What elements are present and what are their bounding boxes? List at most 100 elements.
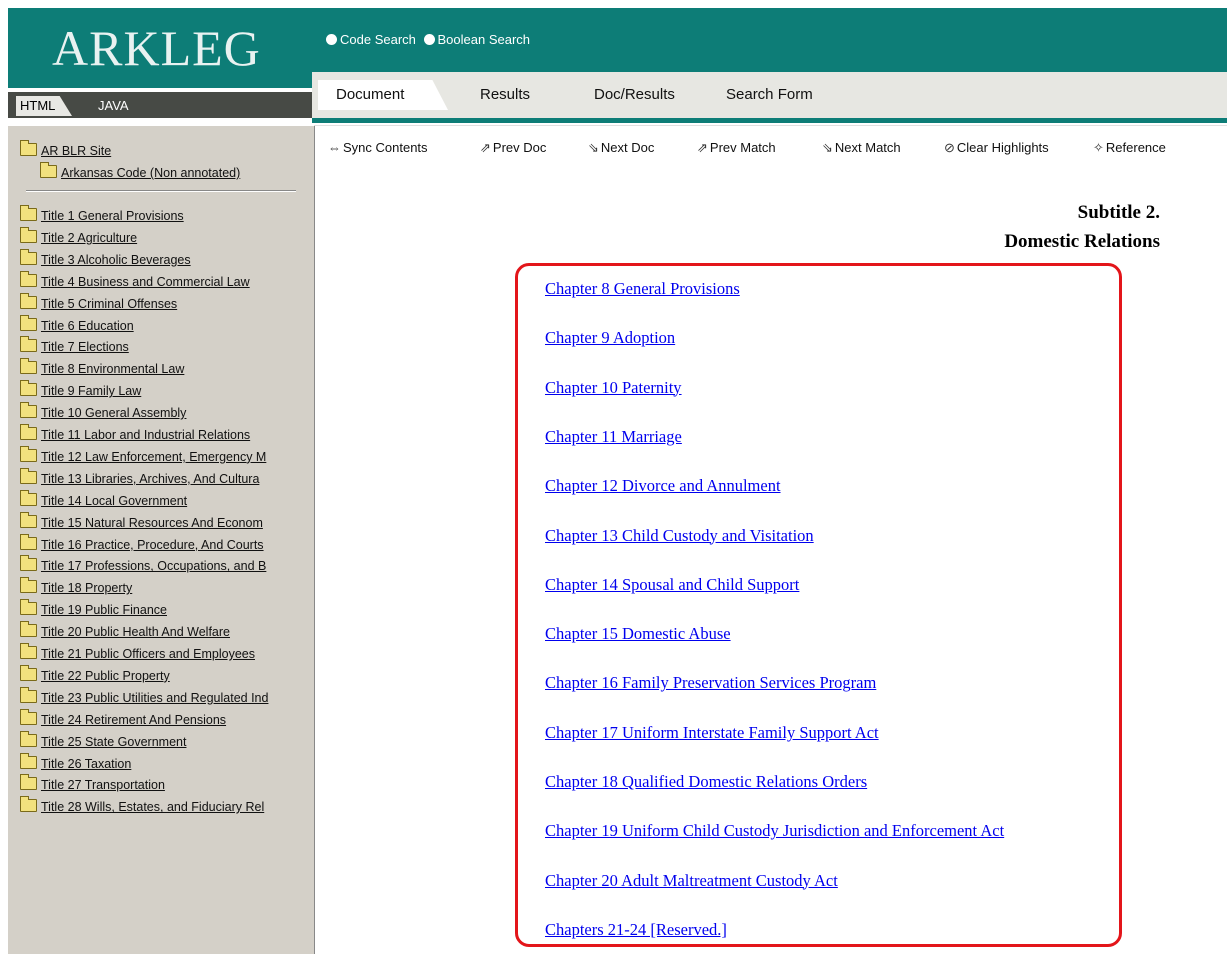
sidebar-title-item[interactable]: Title 17 Professions, Occupations, and B [20,555,266,573]
sidebar-title-item[interactable]: Title 28 Wills, Estates, and Fiduciary R… [20,796,264,814]
sidebar-title-item[interactable]: Title 19 Public Finance [20,599,167,617]
sidebar: AR BLR Site Arkansas Code (Non annotated… [8,126,315,954]
sidebar-title-item[interactable]: Title 10 General Assembly [20,402,187,421]
sidebar-item-arkansas-code[interactable]: Arkansas Code (Non annotated) [40,162,240,180]
sidebar-title-label: Title 7 Elections [41,340,129,355]
tab-results[interactable]: Results [480,80,530,110]
folder-icon [20,467,37,484]
next-match-button[interactable]: ⇘ Next Match [822,140,901,156]
chapter-link[interactable]: Chapters 21-24 [Reserved.] [545,920,727,940]
tab-html[interactable]: HTML [16,96,72,116]
folder-icon [20,380,37,397]
sidebar-title-item[interactable]: Title 4 Business and Commercial Law [20,270,250,289]
folder-icon [20,424,37,440]
prev-doc-label: Prev Doc [492,140,547,155]
sidebar-title-label: Title 21 Public Officers and Employees [41,647,255,661]
folder-icon [20,621,37,638]
sidebar-title-label: Title 23 Public Utilities and Regulated … [41,690,269,705]
chapter-link[interactable]: Chapter 16 Family Preservation Services … [545,673,876,693]
chapter-link[interactable]: Chapter 18 Qualified Domestic Relations … [545,772,867,792]
prev-doc-button[interactable]: ⇗ Prev Doc [480,140,546,156]
chapter-link[interactable]: Chapter 10 Paternity [545,378,682,398]
tab-document[interactable]: Document [318,80,448,110]
chapter-link[interactable]: Chapter 17 Uniform Interstate Family Sup… [545,723,879,743]
prev-match-button[interactable]: ⇗ Prev Match [697,140,776,156]
sidebar-title-item[interactable]: Title 25 State Government [20,730,186,749]
boolean-search-radio[interactable] [423,34,435,45]
chapter-link[interactable]: Chapter 14 Spousal and Child Support [545,575,799,595]
sidebar-title-label: Title 12 Law Enforcement, Emergency M [41,449,267,464]
sidebar-title-item[interactable]: Title 11 Labor and Industrial Relations [20,424,251,442]
chapter-link[interactable]: Chapter 12 Divorce and Annulment [545,476,781,496]
clear-highlights-button[interactable]: ⊘ Clear Highlights [944,140,1049,156]
folder-icon [20,533,37,550]
chapter-link[interactable]: Chapter 15 Domestic Abuse [545,624,731,644]
folder-icon [20,248,37,265]
tab-doc-results[interactable]: Doc/Results [594,80,675,110]
chapter-link[interactable]: Chapter 20 Adult Maltreatment Custody Ac… [545,871,838,891]
folder-icon [20,555,37,572]
sidebar-title-label: Title 14 Local Government [41,493,188,508]
sidebar-title-label: Title 6 Education [41,318,134,333]
sidebar-title-item[interactable]: Title 5 Criminal Offenses [20,292,177,311]
sidebar-title-item[interactable]: Title 13 Libraries, Archives, And Cultur… [20,467,259,486]
sidebar-title-label: Title 11 Labor and Industrial Relations [41,428,251,442]
reference-icon: ✧ [1093,140,1104,155]
sidebar-title-item[interactable]: Title 7 Elections [20,336,129,355]
sidebar-title-item[interactable]: Title 3 Alcoholic Beverages [20,248,191,267]
sidebar-title-item[interactable]: Title 15 Natural Resources And Econom [20,511,263,530]
sidebar-title-label: Title 15 Natural Resources And Econom [41,515,263,530]
subtitle-number: Subtitle 2. [1077,202,1160,223]
sidebar-title-item[interactable]: Title 2 Agriculture [20,226,137,245]
sidebar-title-item[interactable]: Title 6 Education [20,314,134,333]
reference-button[interactable]: ✧ Reference [1093,140,1166,156]
sidebar-title-item[interactable]: Title 23 Public Utilities and Regulated … [20,686,269,705]
sidebar-title-label: Title 20 Public Health And Welfare [41,625,230,640]
next-arrow-icon: ⇘ [822,140,833,155]
chapter-link[interactable]: Chapter 8 General Provisions [545,279,740,299]
open-folder-icon [20,140,37,156]
sidebar-title-item[interactable]: Title 26 Taxation [20,752,131,771]
sidebar-title-item[interactable]: Title 8 Environmental Law [20,358,184,376]
sidebar-title-item[interactable]: Title 9 Family Law [20,380,141,398]
sidebar-title-item[interactable]: Title 12 Law Enforcement, Emergency M [20,445,267,464]
sidebar-title-item[interactable]: Title 16 Practice, Procedure, And Courts [20,533,264,552]
boolean-search-label[interactable]: Boolean Search [438,32,531,47]
folder-icon [20,511,37,528]
folder-icon [20,270,37,287]
sidebar-divider [26,190,296,192]
folder-icon [20,599,37,616]
tab-java[interactable]: JAVA [68,96,129,116]
tab-search-form[interactable]: Search Form [726,80,813,110]
prev-arrow-icon: ⇗ [697,140,708,155]
sidebar-title-label: Title 24 Retirement And Pensions [41,712,227,727]
sidebar-title-item[interactable]: Title 27 Transportation [20,774,165,792]
chapter-link[interactable]: Chapter 11 Marriage [545,427,682,447]
chapter-link[interactable]: Chapter 19 Uniform Child Custody Jurisdi… [545,821,1004,841]
next-match-label: Next Match [834,140,901,155]
code-search-radio[interactable] [326,34,337,45]
code-search-label[interactable]: Code Search [340,32,416,47]
sidebar-title-item[interactable]: Title 14 Local Government [20,489,188,508]
reference-label: Reference [1105,140,1166,155]
sidebar-title-item[interactable]: Title 22 Public Property [20,664,170,683]
folder-icon [20,292,37,309]
sidebar-title-label: Title 10 General Assembly [41,406,187,421]
next-doc-button[interactable]: ⇘ Next Doc [588,140,654,156]
arkleg-logo: ARKLEG [8,8,312,88]
sidebar-title-item[interactable]: Title 24 Retirement And Pensions [20,708,227,727]
folder-icon [20,445,37,462]
sidebar-item-label: AR BLR Site [41,144,112,158]
subtitle-heading: Subtitle 2. Domestic Relations [900,198,1160,256]
sidebar-title-item[interactable]: Title 18 Property [20,577,133,596]
sidebar-title-label: Title 18 Property [41,581,133,596]
folder-icon [20,336,37,353]
chapter-link[interactable]: Chapter 13 Child Custody and Visitation [545,526,814,546]
sidebar-item-root[interactable]: AR BLR Site [20,140,112,158]
sync-contents-button[interactable]: ⇔ Sync Contents [328,140,428,155]
folder-icon [20,796,37,813]
chapter-link[interactable]: Chapter 9 Adoption [545,328,675,348]
sidebar-title-item[interactable]: Title 1 General Provisions [20,205,184,223]
sidebar-title-item[interactable]: Title 21 Public Officers and Employees [20,643,255,661]
sidebar-title-item[interactable]: Title 20 Public Health And Welfare [20,621,230,640]
